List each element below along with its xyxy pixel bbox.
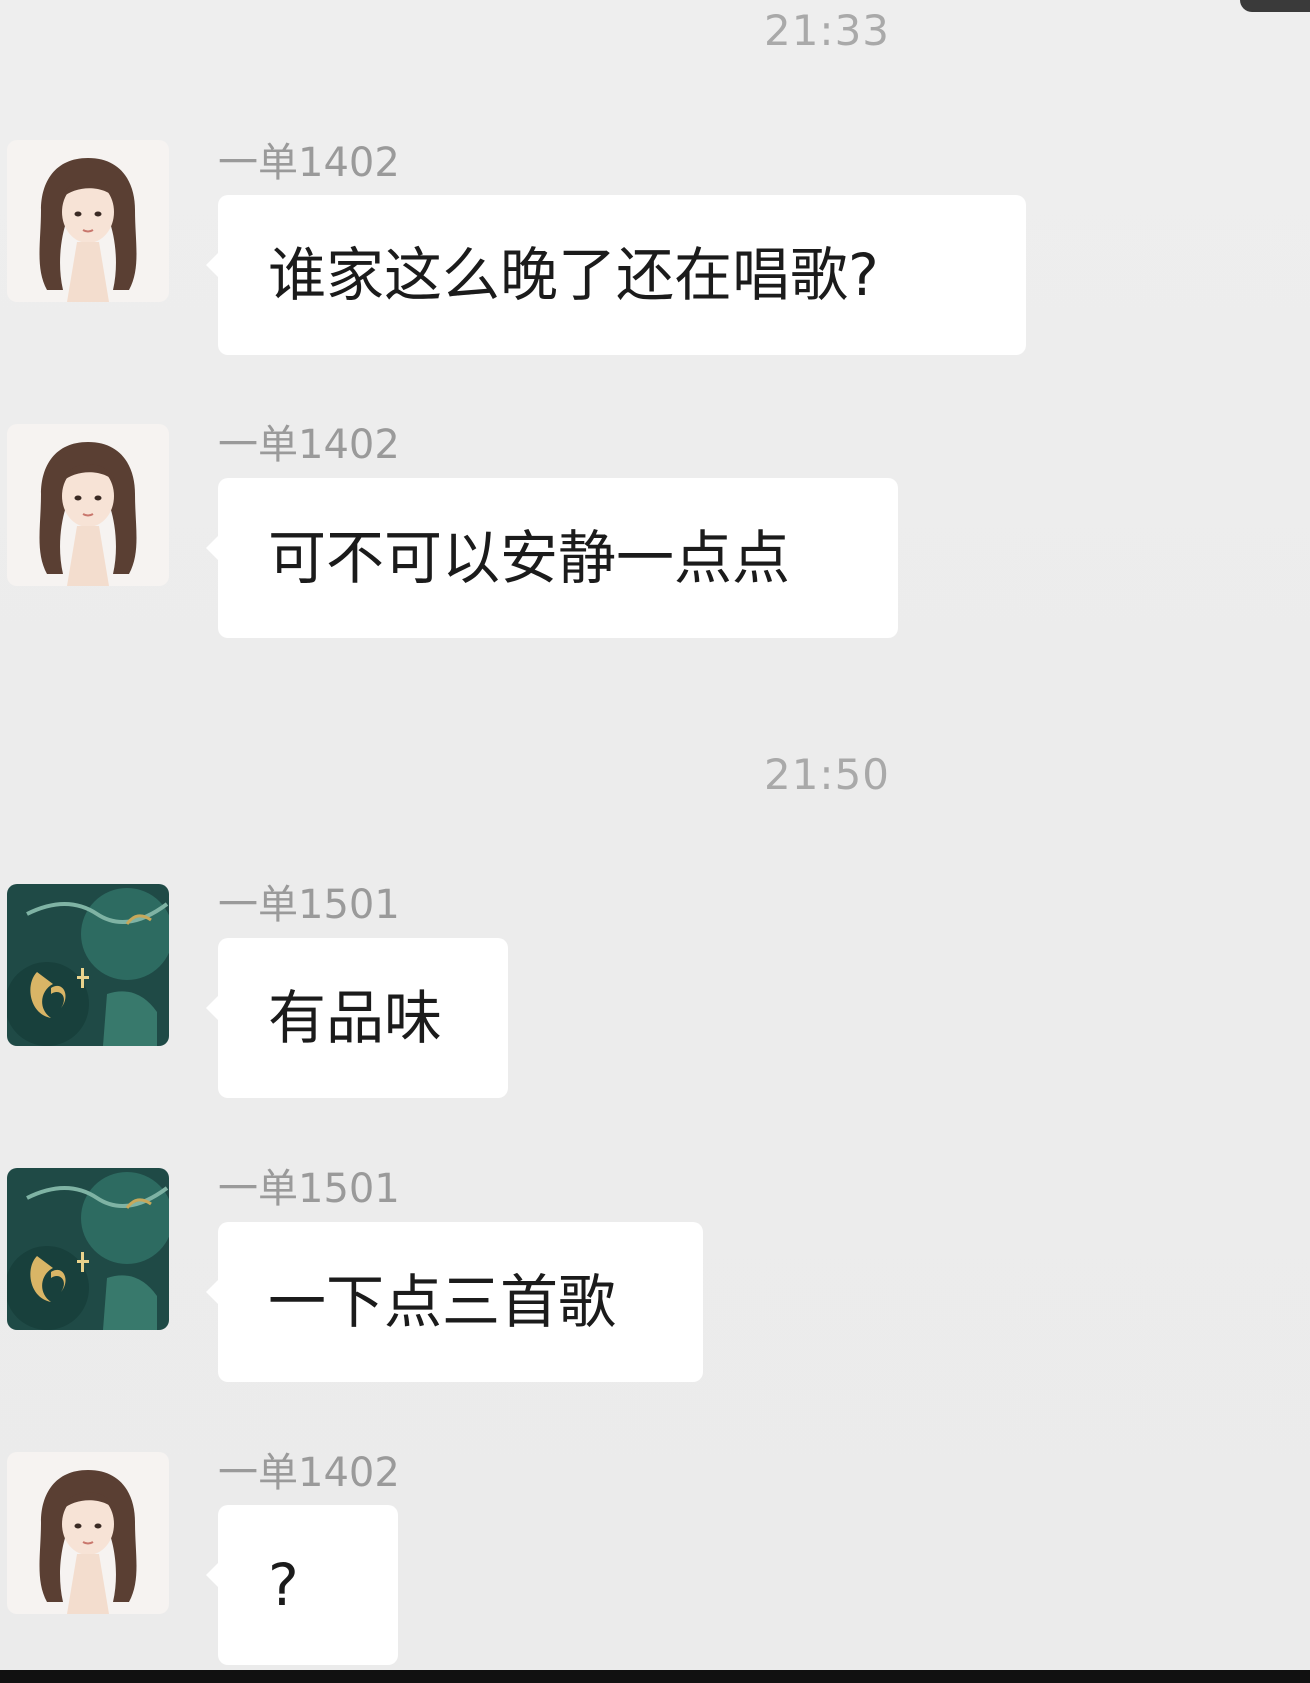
timestamp: 21:50: [763, 750, 891, 799]
sender-name: 一单1501: [218, 882, 400, 928]
message-bubble[interactable]: 有品味: [206, 938, 508, 1098]
girl-avatar-icon[interactable]: [7, 1452, 169, 1614]
timestamp: 21:33: [763, 6, 891, 55]
sender-name: 一单1402: [218, 140, 400, 186]
sender-name: 一单1402: [218, 1450, 400, 1496]
bottom-edge: [0, 1670, 1310, 1683]
sender-name: 一单1501: [218, 1166, 400, 1212]
message-bubble[interactable]: ?: [206, 1505, 398, 1665]
green-art-avatar-icon[interactable]: [7, 884, 169, 1046]
chat-messages-area[interactable]: 21:33 一单1402 谁家这么晚了还在唱歌? 一单1402 可不可以安静一点…: [0, 0, 1310, 1670]
message-bubble[interactable]: 可不可以安静一点点: [206, 478, 898, 638]
girl-avatar-icon[interactable]: [7, 140, 169, 302]
message-bubble[interactable]: 一下点三首歌: [206, 1222, 703, 1382]
status-bar-edge: [1240, 0, 1310, 12]
girl-avatar-icon[interactable]: [7, 424, 169, 586]
sender-name: 一单1402: [218, 422, 400, 468]
message-bubble[interactable]: 谁家这么晚了还在唱歌?: [206, 195, 1026, 355]
green-art-avatar-icon[interactable]: [7, 1168, 169, 1330]
